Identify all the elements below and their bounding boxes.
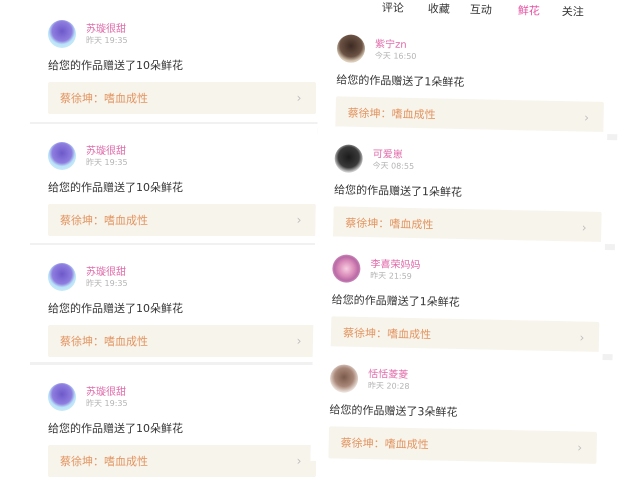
notification-message: 给您的作品赠送了10朵鲜花 — [48, 181, 183, 194]
chevron-right-icon: › — [584, 110, 590, 125]
avatar[interactable] — [334, 144, 363, 173]
work-link[interactable]: 蔡徐坤：嗜血成性 › — [328, 426, 598, 464]
avatar[interactable] — [48, 20, 76, 48]
left-screenshot: 苏璇很甜 昨天 19:35 给您的作品赠送了10朵鲜花 蔡徐坤：嗜血成性 › 苏… — [30, 0, 330, 486]
notification-message: 给您的作品赠送了10朵鲜花 — [48, 59, 183, 72]
work-title: 蔡徐坤：嗜血成性 — [345, 216, 434, 232]
chevron-right-icon: › — [579, 330, 585, 345]
sender-name[interactable]: 苏璇很甜 — [86, 383, 126, 398]
timestamp: 今天 08:55 — [372, 161, 415, 172]
avatar[interactable] — [336, 34, 366, 63]
sender-name[interactable]: 可爱崽 — [373, 145, 403, 161]
notification-message: 给您的作品赠送了1朵鲜花 — [336, 73, 465, 90]
work-link[interactable]: 蔡徐坤：嗜血成性 › — [48, 445, 316, 477]
sender-name[interactable]: 苏璇很甜 — [86, 263, 126, 278]
avatar[interactable] — [329, 364, 359, 393]
chevron-right-icon: › — [581, 220, 587, 235]
flower-notification: 可爱崽 今天 08:55 给您的作品赠送了1朵鲜花 蔡徐坤：嗜血成性 › — [314, 125, 608, 248]
flower-notification: 紫宁zn 今天 16:50 给您的作品赠送了1朵鲜花 蔡徐坤：嗜血成性 › — [317, 15, 610, 138]
avatar[interactable] — [48, 383, 76, 411]
avatar[interactable] — [332, 254, 361, 283]
work-title: 蔡徐坤：嗜血成性 — [340, 436, 429, 452]
chevron-right-icon: › — [296, 213, 302, 227]
tab-comments[interactable]: 评论 — [382, 0, 404, 16]
work-title: 蔡徐坤：嗜血成性 — [60, 455, 148, 468]
notification-message: 给您的作品赠送了10朵鲜花 — [48, 422, 183, 435]
timestamp: 昨天 21:59 — [370, 271, 412, 281]
timestamp: 昨天 19:35 — [86, 36, 128, 45]
work-title: 蔡徐坤：嗜血成性 — [60, 335, 148, 348]
flower-notification: 苏璇很甜 昨天 19:35 给您的作品赠送了10朵鲜花 蔡徐坤：嗜血成性 › — [30, 245, 320, 360]
chevron-right-icon: › — [296, 454, 302, 468]
notification-message: 给您的作品赠送了1朵鲜花 — [331, 293, 460, 309]
work-title: 蔡徐坤：嗜血成性 — [60, 92, 148, 105]
timestamp: 今天 16:50 — [374, 51, 417, 62]
work-link[interactable]: 蔡徐坤：嗜血成性 › — [48, 325, 316, 357]
tab-favorites[interactable]: 收藏 — [428, 0, 450, 16]
chevron-right-icon: › — [577, 440, 583, 455]
flower-notification: 李喜荣妈妈 昨天 21:59 给您的作品赠送了1朵鲜花 蔡徐坤：嗜血成性 › — [312, 235, 605, 357]
work-title: 蔡徐坤：嗜血成性 — [342, 326, 432, 342]
avatar[interactable] — [48, 263, 76, 291]
tab-interactions[interactable]: 互动 — [470, 1, 492, 17]
chevron-right-icon: › — [296, 334, 302, 348]
timestamp: 昨天 19:35 — [86, 399, 128, 408]
timestamp: 昨天 19:35 — [86, 279, 128, 288]
sender-name[interactable]: 李喜荣妈妈 — [370, 255, 420, 271]
sender-name[interactable]: 苏璇很甜 — [86, 142, 126, 157]
flower-notification: 苏璇很甜 昨天 19:35 给您的作品赠送了10朵鲜花 蔡徐坤：嗜血成性 › — [30, 124, 320, 239]
tab-following[interactable]: 关注 — [562, 3, 584, 19]
avatar[interactable] — [48, 142, 76, 170]
notification-message: 给您的作品赠送了3朵鲜花 — [329, 403, 458, 419]
notification-message: 给您的作品赠送了10朵鲜花 — [48, 302, 183, 315]
sender-name[interactable]: 苏璇很甜 — [86, 20, 126, 35]
timestamp: 昨天 19:35 — [86, 158, 128, 167]
sender-name[interactable]: 紫宁zn — [375, 35, 407, 51]
work-title: 蔡徐坤：嗜血成性 — [347, 106, 436, 122]
right-screenshot: 评论 收藏 互动 鲜花 关注 紫宁zn 今天 16:50 给您的作品赠送了1朵鲜… — [309, 0, 620, 492]
work-title: 蔡徐坤：嗜血成性 — [60, 214, 148, 227]
chevron-right-icon: › — [296, 91, 302, 105]
work-link[interactable]: 蔡徐坤：嗜血成性 › — [48, 82, 316, 114]
flower-notification: 苏璇很甜 昨天 19:35 给您的作品赠送了10朵鲜花 蔡徐坤：嗜血成性 › — [30, 365, 320, 480]
timestamp: 昨天 20:28 — [367, 381, 410, 391]
sender-name[interactable]: 恬恬菱菱 — [368, 365, 408, 381]
flower-notification: 苏璇很甜 昨天 19:35 给您的作品赠送了10朵鲜花 蔡徐坤：嗜血成性 › — [30, 2, 320, 117]
work-link[interactable]: 蔡徐坤：嗜血成性 › — [48, 204, 316, 236]
flower-notification: 恬恬菱菱 昨天 20:28 给您的作品赠送了3朵鲜花 蔡徐坤：嗜血成性 › — [310, 345, 603, 467]
tab-flowers[interactable]: 鲜花 — [518, 2, 540, 18]
notification-message: 给您的作品赠送了1朵鲜花 — [333, 183, 463, 200]
